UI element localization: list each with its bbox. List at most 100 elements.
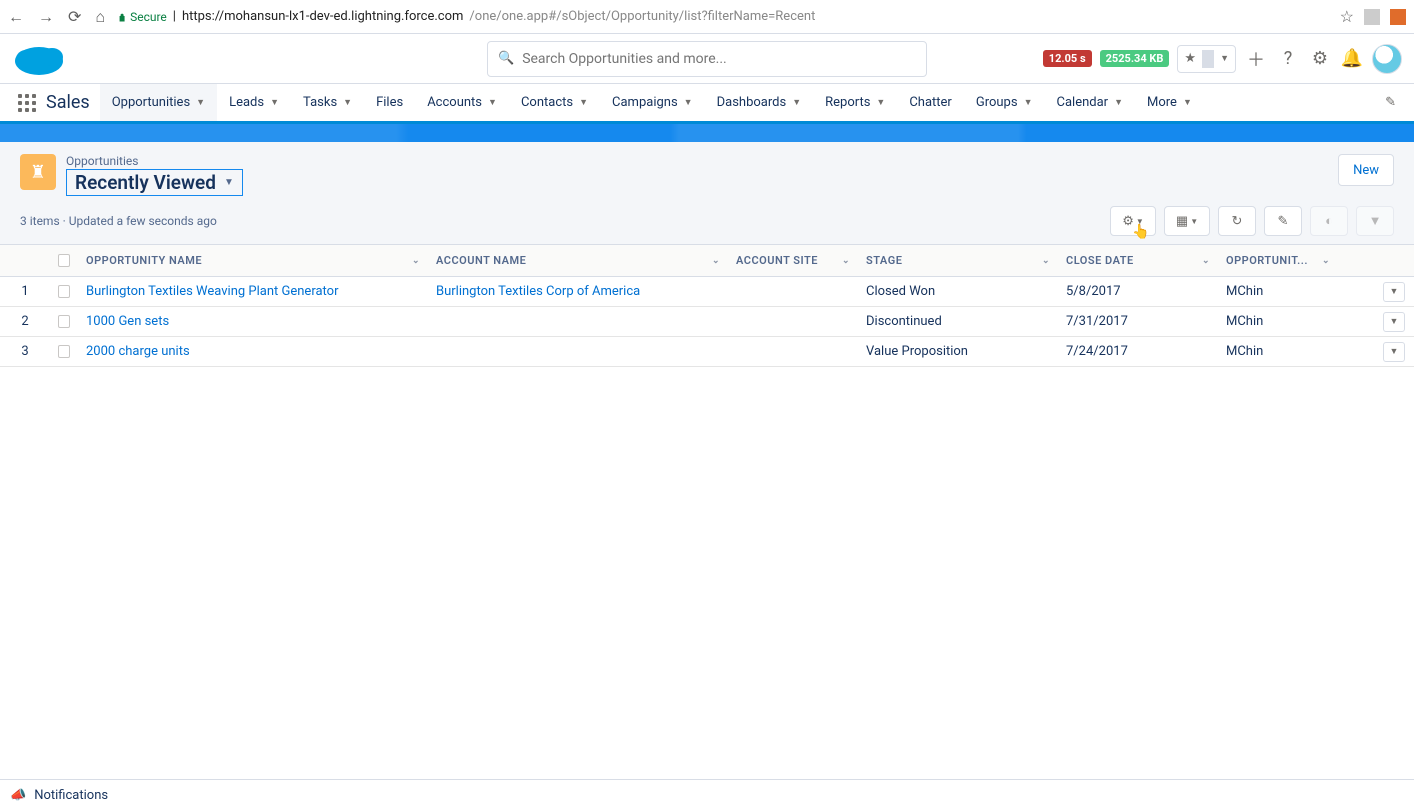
global-header: 🔍 12.05 s 2525.34 KB ★▼ ＋ ? ⚙ 🔔	[0, 34, 1414, 84]
nav-item-campaigns[interactable]: Campaigns▼	[600, 84, 705, 121]
nav-item-label: Reports	[825, 95, 870, 110]
chevron-down-icon: ⌄	[412, 256, 420, 266]
nav-item-label: Dashboards	[717, 95, 787, 110]
chevron-down-icon: ▼	[1190, 217, 1198, 226]
decorative-band	[0, 124, 1414, 142]
chevron-down-icon: ▼	[792, 97, 801, 108]
browser-reload-icon[interactable]: ⟳	[68, 7, 81, 27]
nav-items: Opportunities▼Leads▼Tasks▼FilesAccounts▼…	[100, 84, 1204, 121]
global-search-input[interactable]	[522, 51, 916, 67]
nav-item-dashboards[interactable]: Dashboards ▼	[705, 84, 814, 121]
select-all-header[interactable]	[50, 254, 78, 267]
bookmark-star-icon[interactable]: ☆	[1340, 7, 1354, 26]
nav-item-label: Accounts	[427, 95, 482, 110]
nav-item-opportunities[interactable]: Opportunities▼	[100, 84, 217, 121]
nav-item-reports[interactable]: Reports ▼	[813, 84, 897, 121]
column-header-close-date[interactable]: CLOSE DATE⌄	[1058, 254, 1218, 267]
chevron-down-icon: ⌄	[1202, 256, 1210, 266]
opportunity-name-link[interactable]: 2000 charge units	[86, 344, 190, 359]
owner-cell: MChin	[1218, 314, 1338, 329]
chart-button[interactable]: ◐	[1310, 206, 1348, 236]
edit-list-button[interactable]: ✎	[1264, 206, 1302, 236]
list-view-switcher[interactable]: Recently Viewed ▼	[66, 169, 243, 196]
opportunity-name-link[interactable]: 1000 Gen sets	[86, 314, 169, 329]
column-header-account-name[interactable]: ACCOUNT NAME⌄	[428, 254, 728, 267]
opportunity-name-link[interactable]: Burlington Textiles Weaving Plant Genera…	[86, 284, 338, 299]
owner-cell: MChin	[1218, 284, 1338, 299]
nav-item-label: Opportunities	[112, 95, 190, 110]
chevron-down-icon: ▼	[1214, 53, 1235, 64]
nav-item-accounts[interactable]: Accounts ▼	[415, 84, 509, 121]
chevron-down-icon: ⌄	[712, 256, 720, 266]
list-view-controls-button[interactable]: ⚙▼👆	[1110, 206, 1156, 236]
gear-icon: ⚙	[1122, 214, 1134, 229]
secure-badge: Secure	[117, 10, 167, 24]
browser-forward-icon[interactable]: →	[38, 7, 54, 27]
edit-nav-icon[interactable]: ✎	[1375, 84, 1406, 121]
nav-item-tasks[interactable]: Tasks▼	[291, 84, 364, 121]
nav-item-more[interactable]: More▼	[1135, 84, 1204, 121]
row-checkbox[interactable]	[50, 285, 78, 298]
nav-item-contacts[interactable]: Contacts▼	[509, 84, 600, 121]
nav-item-groups[interactable]: Groups▼	[964, 84, 1045, 121]
url-host: https://mohansun-lx1-dev-ed.lightning.fo…	[182, 9, 463, 24]
app-name: Sales	[46, 92, 90, 113]
row-number: 2	[0, 314, 50, 329]
column-header-opportunity-name[interactable]: OPPORTUNITY NAME⌄	[78, 254, 428, 267]
chevron-down-icon: ▼	[1136, 217, 1144, 226]
row-checkbox[interactable]	[50, 345, 78, 358]
salesforce-logo[interactable]	[12, 41, 66, 77]
global-search[interactable]: 🔍	[487, 41, 927, 77]
global-add-icon[interactable]: ＋	[1244, 46, 1268, 72]
new-button[interactable]: New	[1338, 154, 1394, 186]
chevron-down-icon: ▼	[224, 177, 234, 188]
browser-back-icon[interactable]: ←	[8, 7, 24, 27]
app-launcher-icon[interactable]	[18, 94, 36, 112]
table-body: 1Burlington Textiles Weaving Plant Gener…	[0, 277, 1414, 367]
nav-item-label: Files	[376, 95, 403, 110]
notifications-bell-icon[interactable]: 🔔	[1340, 48, 1364, 69]
nav-item-files[interactable]: Files	[364, 84, 415, 121]
checkbox-icon	[58, 315, 70, 328]
nav-item-leads[interactable]: Leads▼	[217, 84, 291, 121]
table-row: 1Burlington Textiles Weaving Plant Gener…	[0, 277, 1414, 307]
checkbox-icon	[58, 345, 70, 358]
pencil-icon: ✎	[1278, 214, 1289, 229]
favorites-button[interactable]: ★▼	[1177, 45, 1236, 73]
nav-bar: Sales Opportunities▼Leads▼Tasks▼FilesAcc…	[0, 84, 1414, 124]
chevron-down-icon: ▼	[1183, 97, 1192, 108]
refresh-button[interactable]: ↻	[1218, 206, 1256, 236]
filter-button[interactable]: ▼	[1356, 206, 1394, 236]
chevron-down-icon: ▼	[488, 97, 497, 108]
column-header-stage[interactable]: STAGE⌄	[858, 254, 1058, 267]
setup-gear-icon[interactable]: ⚙	[1308, 48, 1332, 69]
utility-bar: 📣 Notifications	[0, 779, 1414, 811]
row-actions-button[interactable]: ▼	[1383, 282, 1405, 302]
stage-cell: Value Proposition	[858, 344, 1058, 359]
list-meta: 3 items · Updated a few seconds ago	[20, 214, 217, 228]
account-name-link[interactable]: Burlington Textiles Corp of America	[436, 284, 640, 299]
list-view-name: Recently Viewed	[75, 171, 216, 194]
column-header-owner[interactable]: OPPORTUNIT...⌄	[1218, 254, 1338, 267]
nav-item-chatter[interactable]: Chatter	[897, 84, 964, 121]
help-icon[interactable]: ?	[1276, 48, 1300, 69]
nav-item-label: Contacts	[521, 95, 573, 110]
chevron-down-icon: ▼	[876, 97, 885, 108]
nav-item-calendar[interactable]: Calendar▼	[1045, 84, 1136, 121]
close-date-cell: 5/8/2017	[1058, 284, 1218, 299]
display-as-button[interactable]: ▦▼	[1164, 206, 1210, 236]
row-actions-button[interactable]: ▼	[1383, 312, 1405, 332]
extension-2-icon[interactable]	[1390, 9, 1406, 25]
row-actions-button[interactable]: ▼	[1383, 342, 1405, 362]
star-icon: ★	[1178, 51, 1202, 66]
pie-chart-icon: ◐	[1325, 213, 1333, 229]
object-label: Opportunities	[66, 154, 243, 168]
chevron-down-icon: ▼	[1390, 286, 1399, 297]
user-avatar[interactable]	[1372, 44, 1402, 74]
extension-1-icon[interactable]	[1364, 9, 1380, 25]
column-header-account-site[interactable]: ACCOUNT SITE⌄	[728, 254, 858, 267]
browser-home-icon[interactable]: ⌂	[95, 7, 105, 27]
notifications-utility[interactable]: Notifications	[34, 788, 108, 803]
address-bar[interactable]: Secure | https://mohansun-lx1-dev-ed.lig…	[117, 9, 1328, 24]
row-checkbox[interactable]	[50, 315, 78, 328]
